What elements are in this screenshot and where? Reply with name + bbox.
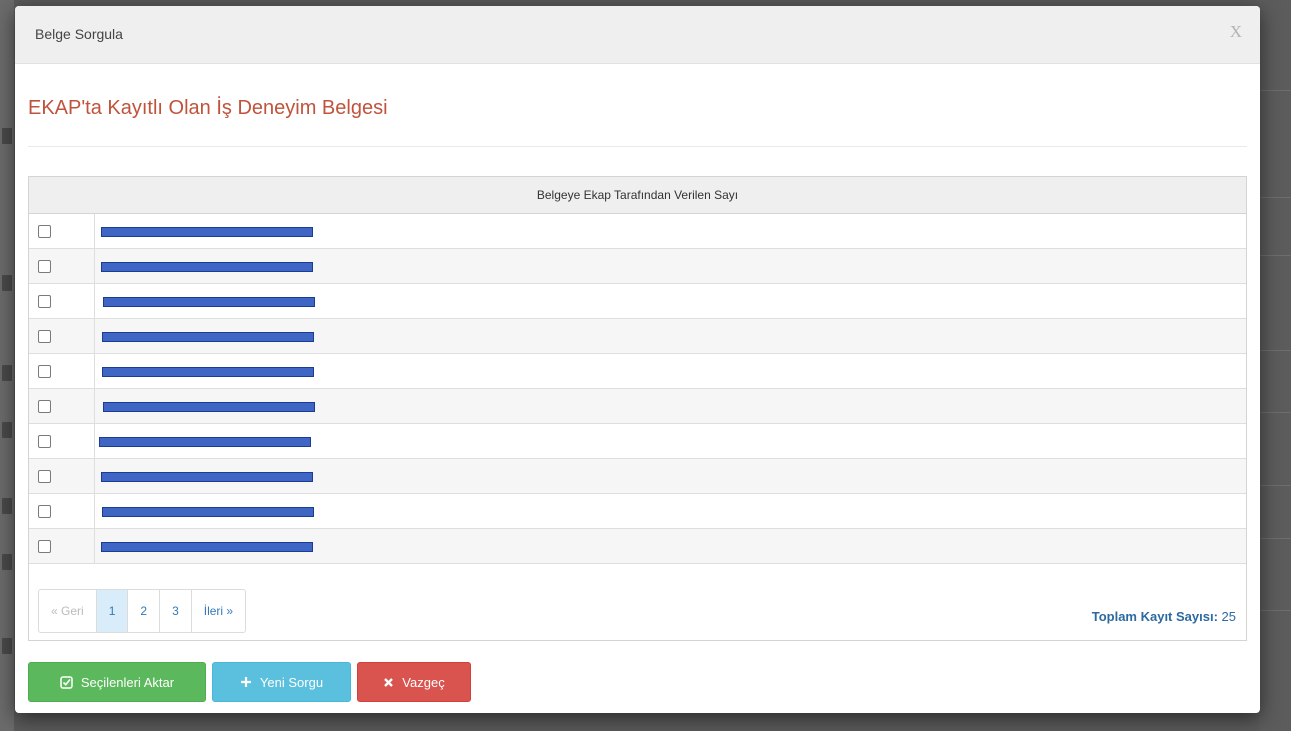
row-select-cell <box>29 389 95 423</box>
document-number-cell <box>95 319 1246 353</box>
belge-sorgula-modal: Belge Sorgula X EKAP'ta Kayıtlı Olan İş … <box>15 6 1260 713</box>
redacted-value <box>103 297 315 307</box>
modal-title: Belge Sorgula <box>35 26 123 42</box>
table-row <box>29 389 1246 424</box>
transfer-selected-button[interactable]: Seçilenleri Aktar <box>28 662 206 702</box>
table-row <box>29 494 1246 529</box>
row-checkbox[interactable] <box>38 399 51 413</box>
plus-icon <box>240 676 252 688</box>
redacted-value <box>99 437 311 447</box>
grid-rows <box>29 214 1246 564</box>
document-number-cell <box>95 389 1246 423</box>
row-checkbox[interactable] <box>38 294 51 308</box>
redacted-value <box>102 507 314 517</box>
document-number-cell <box>95 214 1246 248</box>
row-select-cell <box>29 319 95 353</box>
row-select-cell <box>29 214 95 248</box>
row-checkbox[interactable] <box>38 469 51 483</box>
pagination-prev[interactable]: « Geri <box>39 590 97 632</box>
row-select-cell <box>29 424 95 458</box>
background-divider <box>1259 412 1291 413</box>
new-query-label: Yeni Sorgu <box>259 674 324 690</box>
redacted-value <box>101 542 313 552</box>
document-number-cell <box>95 354 1246 388</box>
section-title: EKAP'ta Kayıtlı Olan İş Deneyim Belgesi <box>28 97 388 119</box>
background-glyph <box>2 365 12 381</box>
row-checkbox[interactable] <box>38 224 51 238</box>
modal-actions: Seçilenleri Aktar Yeni Sorgu Vazgeç <box>28 662 471 702</box>
background-glyph <box>2 554 12 570</box>
background-page-right <box>1259 0 1291 731</box>
background-glyph <box>2 422 12 438</box>
close-icon <box>383 677 394 688</box>
table-row <box>29 459 1246 494</box>
row-checkbox[interactable] <box>38 504 51 518</box>
pagination-page-2[interactable]: 2 <box>128 590 161 632</box>
modal-header: Belge Sorgula X <box>15 6 1260 64</box>
document-number-cell <box>95 284 1246 318</box>
background-page <box>0 0 14 731</box>
check-square-icon <box>60 675 73 689</box>
redacted-value <box>101 262 313 272</box>
table-row <box>29 529 1246 564</box>
pagination: « Geri 1 2 3 İleri » <box>38 589 247 633</box>
background-divider <box>1259 610 1291 611</box>
table-row <box>29 354 1246 389</box>
row-select-cell <box>29 494 95 528</box>
document-grid: Belgeye Ekap Tarafından Verilen Sayı « G… <box>28 176 1247 641</box>
document-number-cell <box>95 249 1246 283</box>
row-select-cell <box>29 459 95 493</box>
background-glyph <box>2 275 12 291</box>
table-row <box>29 214 1246 249</box>
table-row <box>29 319 1246 354</box>
background-divider <box>1259 255 1291 256</box>
redacted-value <box>102 367 314 377</box>
background-glyph <box>2 498 12 514</box>
section-divider <box>28 146 1247 147</box>
pagination-next[interactable]: İleri » <box>192 590 245 632</box>
background-divider <box>1259 350 1291 351</box>
background-divider <box>1259 90 1291 91</box>
background-divider <box>1259 538 1291 539</box>
table-row <box>29 249 1246 284</box>
row-checkbox[interactable] <box>38 364 51 378</box>
row-checkbox[interactable] <box>38 259 51 273</box>
document-number-cell <box>95 494 1246 528</box>
total-count-label: Toplam Kayıt Sayısı: <box>1091 609 1218 624</box>
column-header: Belgeye Ekap Tarafından Verilen Sayı <box>29 177 1246 214</box>
row-select-cell <box>29 529 95 563</box>
redacted-value <box>101 227 313 237</box>
total-count-value: 25 <box>1221 609 1236 624</box>
document-number-cell <box>95 459 1246 493</box>
redacted-value <box>103 402 315 412</box>
document-number-cell <box>95 529 1246 563</box>
pagination-page-3[interactable]: 3 <box>160 590 192 632</box>
pagination-page-1[interactable]: 1 <box>96 590 129 632</box>
cancel-label: Vazgeç <box>402 674 445 690</box>
row-select-cell <box>29 354 95 388</box>
close-button[interactable]: X <box>1230 22 1242 42</box>
transfer-selected-label: Seçilenleri Aktar <box>80 674 175 690</box>
row-select-cell <box>29 249 95 283</box>
row-select-cell <box>29 284 95 318</box>
table-row <box>29 424 1246 459</box>
row-checkbox[interactable] <box>38 329 51 343</box>
new-query-button[interactable]: Yeni Sorgu <box>212 662 351 702</box>
document-number-cell <box>95 424 1246 458</box>
background-glyph <box>2 128 12 144</box>
row-checkbox[interactable] <box>38 434 51 448</box>
cancel-button[interactable]: Vazgeç <box>357 662 471 702</box>
background-divider <box>1259 485 1291 486</box>
background-divider <box>1259 197 1291 198</box>
redacted-value <box>101 472 313 482</box>
table-row <box>29 284 1246 319</box>
background-glyph <box>2 638 12 654</box>
total-count: Toplam Kayıt Sayısı: 25 <box>1092 609 1236 624</box>
redacted-value <box>102 332 314 342</box>
row-checkbox[interactable] <box>38 539 51 553</box>
